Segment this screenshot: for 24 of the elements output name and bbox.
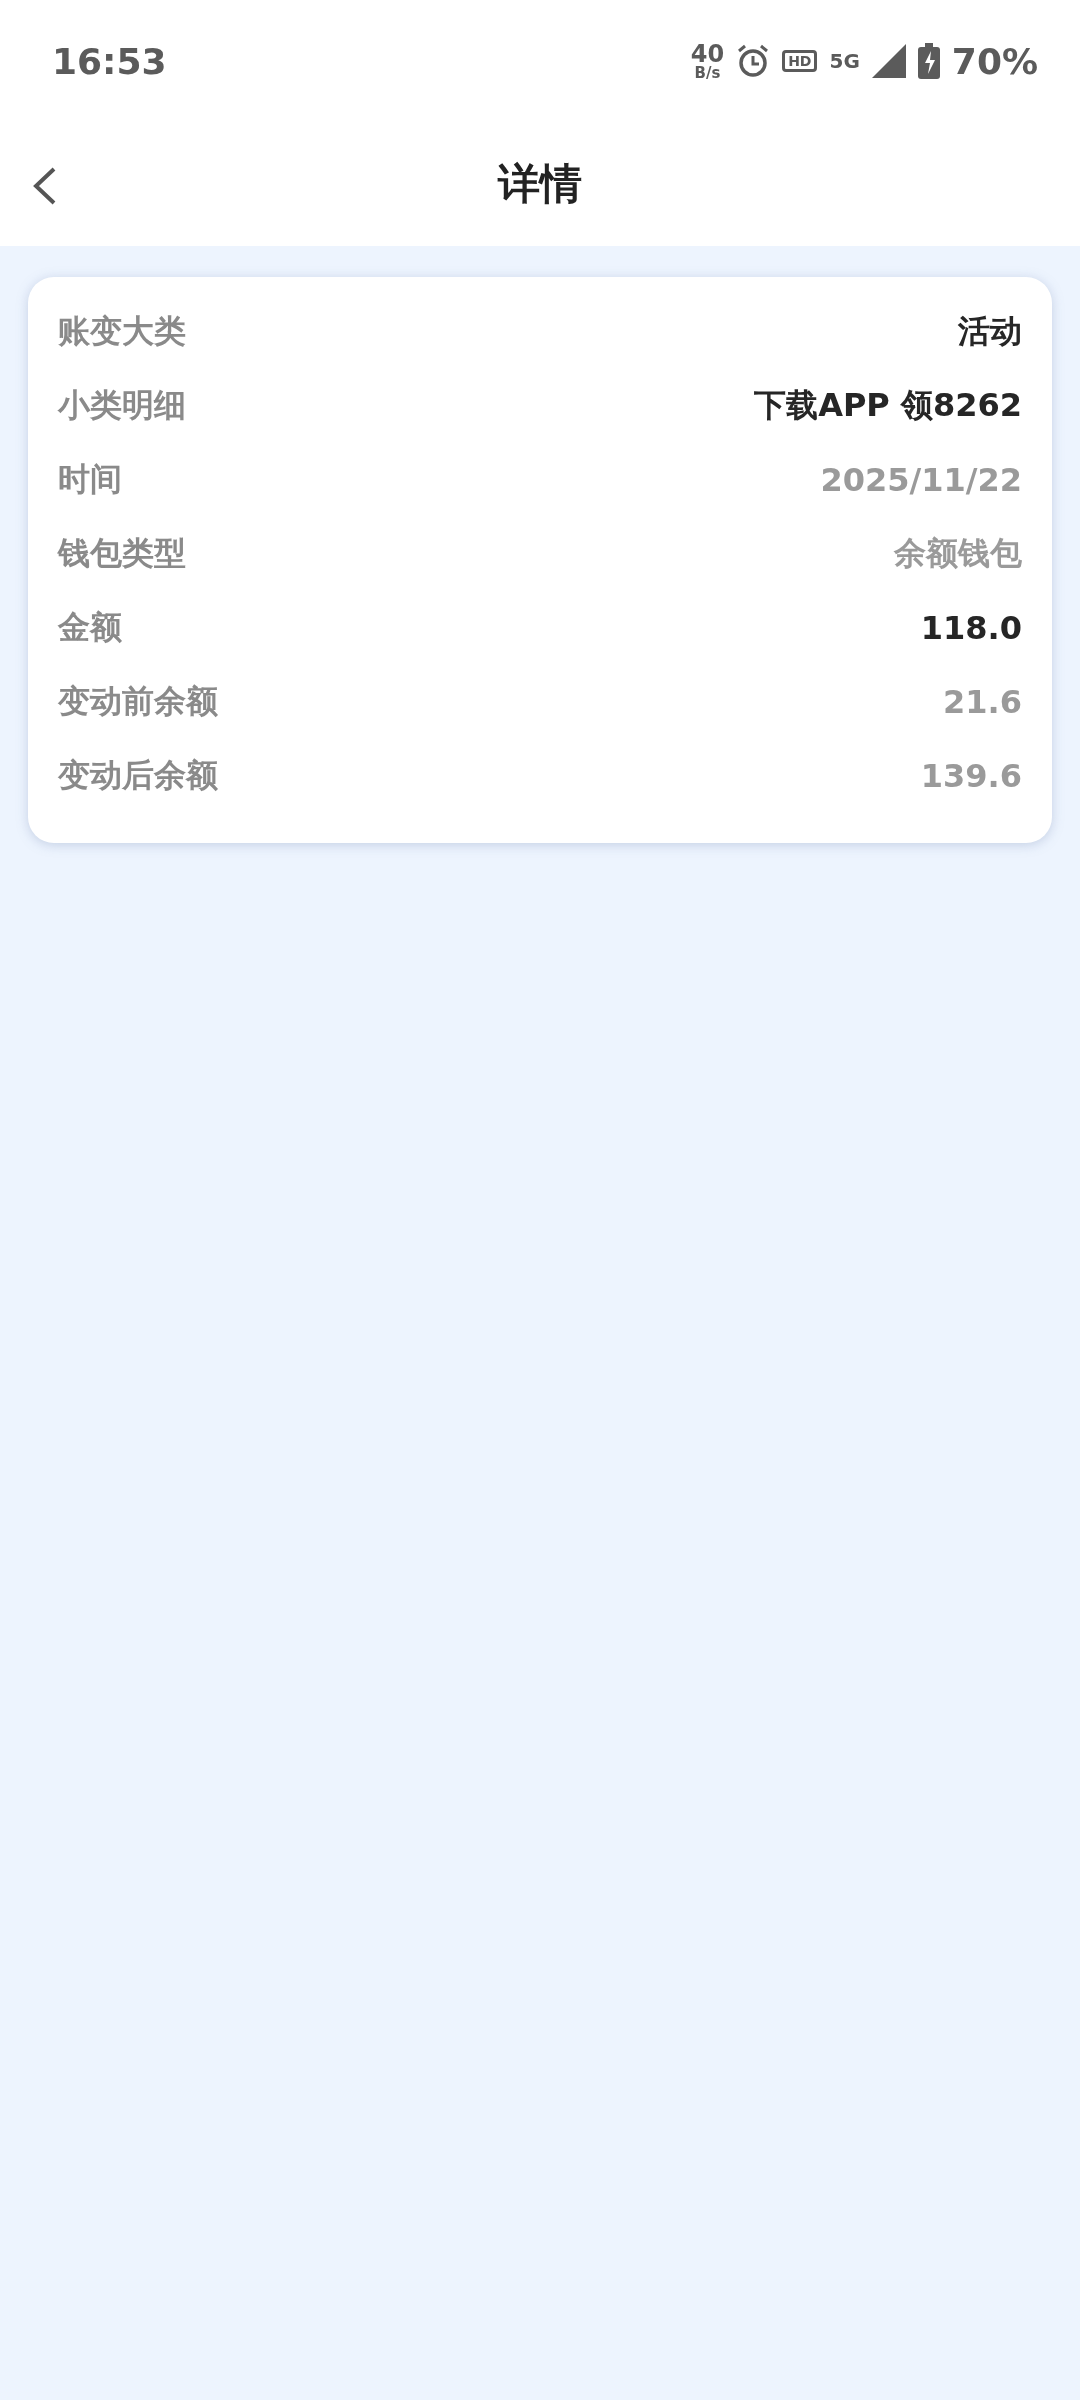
detail-value: 活动	[958, 311, 1022, 352]
detail-value: 2025/11/22	[820, 461, 1022, 499]
detail-label: 钱包类型	[58, 533, 186, 574]
detail-value: 118.0	[920, 609, 1022, 647]
detail-label: 金额	[58, 607, 122, 648]
detail-value: 21.6	[943, 683, 1022, 721]
detail-label: 变动前余额	[58, 681, 218, 722]
detail-label: 时间	[58, 459, 122, 500]
speed-unit: B/s	[694, 65, 721, 81]
hd-icon: HD	[782, 50, 818, 72]
status-time: 16:53	[52, 40, 168, 82]
page-title: 详情	[498, 158, 582, 210]
alarm-icon	[736, 44, 771, 78]
detail-label: 小类明细	[58, 385, 186, 426]
detail-value: 余额钱包	[894, 533, 1022, 574]
battery-percent: 70%	[951, 40, 1038, 82]
detail-label: 变动后余额	[58, 755, 218, 796]
network-type: 5G	[829, 49, 860, 73]
detail-value: 下载APP 领8262	[754, 385, 1022, 426]
signal-icon	[871, 44, 906, 78]
detail-value: 139.6	[920, 757, 1022, 795]
detail-label: 账变大类	[58, 311, 186, 352]
network-speed: 40	[690, 41, 725, 66]
battery-icon	[917, 43, 940, 79]
